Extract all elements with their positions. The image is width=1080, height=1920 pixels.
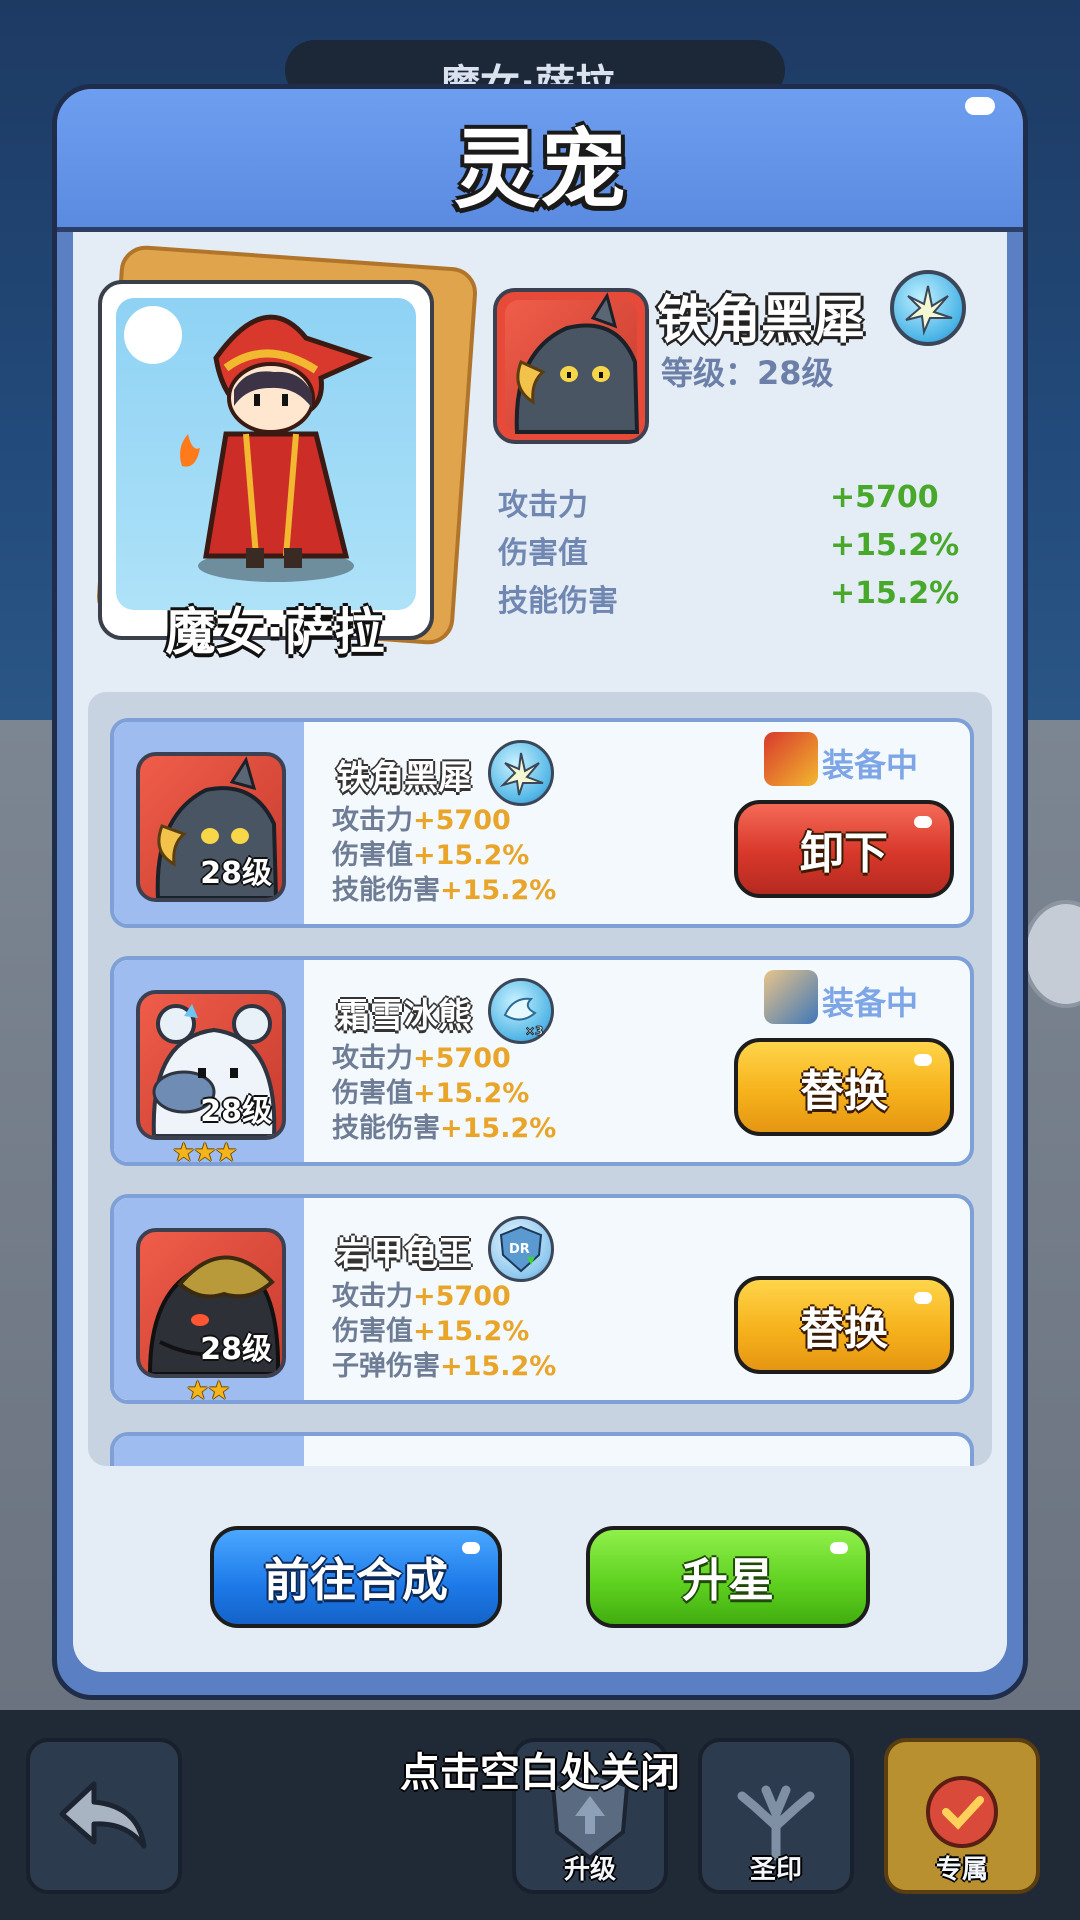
pet-stat-3: 技能伤害+15.2% bbox=[332, 868, 556, 907]
selected-stat-label-1: 攻击力 bbox=[498, 488, 588, 523]
go-synthesize-button[interactable]: 前往合成 bbox=[210, 1526, 502, 1628]
pet-row-partial[interactable] bbox=[110, 1432, 974, 1466]
pet-stat-value: +15.2% bbox=[413, 840, 530, 871]
damage-reduction-text: DR bbox=[509, 1242, 530, 1257]
selected-stat-value-2: +15.2% bbox=[830, 528, 960, 563]
pet-row-bear[interactable]: 28级 ★★★ 霜雪冰熊 ×3 攻击力+5700 伤害值+15.2% 技能伤害+… bbox=[110, 956, 974, 1166]
pet-stat-label: 子弹伤害 bbox=[332, 1351, 440, 1382]
skill-burst-icon bbox=[488, 740, 554, 806]
pet-name: 霜雪冰熊 bbox=[336, 996, 472, 1036]
ice-skill-icon: ×3 bbox=[488, 978, 554, 1044]
pet-stat-label: 伤害值 bbox=[332, 1316, 413, 1347]
button-shine bbox=[830, 1542, 848, 1554]
pet-stat-value: +15.2% bbox=[413, 1078, 530, 1109]
rhino-portrait-icon bbox=[514, 292, 640, 434]
pet-level-badge: 28级 bbox=[200, 1332, 272, 1367]
pet-stat-label: 攻击力 bbox=[332, 1043, 413, 1074]
pet-stat-1: 攻击力+5700 bbox=[332, 1036, 511, 1075]
go-synthesize-label: 前往合成 bbox=[264, 1553, 448, 1607]
replace-button-label: 替换 bbox=[800, 1304, 888, 1355]
dialog-header: 灵宠 bbox=[57, 89, 1023, 232]
hero-portrait bbox=[116, 298, 416, 610]
pet-row-left-strip bbox=[114, 1436, 304, 1466]
pet-stat-value: +5700 bbox=[413, 1281, 511, 1312]
damage-reduction-icon: DR bbox=[488, 1216, 554, 1282]
pet-stat-3: 子弹伤害+15.2% bbox=[332, 1344, 556, 1383]
button-shine bbox=[914, 1054, 932, 1066]
button-shine bbox=[462, 1542, 480, 1554]
pet-stat-label: 伤害值 bbox=[332, 840, 413, 871]
hero-name: 魔女·萨拉 bbox=[165, 603, 385, 661]
star-rating-3: ★★★ bbox=[172, 1138, 238, 1166]
dialog-title: 灵宠 bbox=[454, 120, 626, 220]
selected-pet-level: 等级：28级 bbox=[661, 354, 834, 392]
unequip-button[interactable]: 卸下 bbox=[734, 800, 954, 898]
toolbar-seal-label: 圣印 bbox=[749, 1855, 802, 1885]
pet-row-rhino[interactable]: 28级 铁角黑犀 攻击力+5700 伤害值+15.2% 技能伤害+15.2% 装… bbox=[110, 718, 974, 928]
selected-pet-avatar bbox=[493, 288, 649, 444]
unequip-button-label: 卸下 bbox=[800, 828, 888, 879]
replace-button[interactable]: 替换 bbox=[734, 1038, 954, 1136]
replace-button[interactable]: 替换 bbox=[734, 1276, 954, 1374]
pet-name: 岩甲龟王 bbox=[336, 1234, 472, 1274]
pet-stat-label: 攻击力 bbox=[332, 1281, 413, 1312]
equipped-hero-avatar bbox=[764, 732, 818, 786]
pet-row-turtle[interactable]: 28级 ★★ 岩甲龟王 DR 攻击力+5700 伤害值+15.2% 子弹伤害+1… bbox=[110, 1194, 974, 1404]
pet-stat-1: 攻击力+5700 bbox=[332, 1274, 511, 1313]
button-shine bbox=[914, 1292, 932, 1304]
pet-stat-value: +15.2% bbox=[440, 875, 557, 906]
hero-card[interactable] bbox=[98, 280, 434, 640]
equipped-hero-avatar bbox=[764, 970, 818, 1024]
toolbar-upgrade-label: 升级 bbox=[563, 1855, 616, 1885]
skill-burst-icon bbox=[890, 270, 966, 346]
star-up-label: 升星 bbox=[682, 1553, 774, 1607]
pet-thumb-rhino: 28级 bbox=[136, 752, 286, 902]
pet-stat-label: 攻击力 bbox=[332, 805, 413, 836]
pet-stat-label: 技能伤害 bbox=[332, 1113, 440, 1144]
pet-level-badge: 28级 bbox=[200, 856, 272, 891]
pet-stat-value: +15.2% bbox=[440, 1351, 557, 1382]
selected-pet-name: 铁角黑犀 bbox=[657, 291, 866, 351]
pet-stat-1: 攻击力+5700 bbox=[332, 798, 511, 837]
pet-stat-label: 伤害值 bbox=[332, 1078, 413, 1109]
pet-name: 铁角黑犀 bbox=[336, 758, 472, 798]
selected-stat-label-3: 技能伤害 bbox=[498, 584, 618, 619]
star-up-button[interactable]: 升星 bbox=[586, 1526, 870, 1628]
selected-stat-label-2: 伤害值 bbox=[498, 536, 588, 571]
pet-stat-value: +15.2% bbox=[440, 1113, 557, 1144]
button-shine bbox=[914, 816, 932, 828]
pet-stat-2: 伤害值+15.2% bbox=[332, 1071, 529, 1110]
witch-portrait-icon bbox=[180, 314, 373, 582]
ice-skill-multiplier: ×3 bbox=[525, 1024, 543, 1038]
pet-stat-value: +5700 bbox=[413, 1043, 511, 1074]
pet-stat-value: +15.2% bbox=[413, 1316, 530, 1347]
header-highlight bbox=[965, 97, 995, 115]
pet-stat-label: 技能伤害 bbox=[332, 875, 440, 906]
close-hint[interactable]: 点击空白处关闭 bbox=[0, 1740, 1080, 1798]
pet-stat-2: 伤害值+15.2% bbox=[332, 833, 529, 872]
pet-stat-value: +5700 bbox=[413, 805, 511, 836]
toolbar-exclusive-label: 专属 bbox=[935, 1855, 988, 1885]
pet-thumb-turtle: 28级 bbox=[136, 1228, 286, 1378]
star-rating-2: ★★ bbox=[186, 1376, 231, 1404]
pet-stat-2: 伤害值+15.2% bbox=[332, 1309, 529, 1348]
selected-stat-value-3: +15.2% bbox=[830, 576, 960, 611]
replace-button-label: 替换 bbox=[800, 1066, 888, 1117]
selected-stat-value-1: +5700 bbox=[830, 480, 939, 515]
pet-list[interactable]: 28级 铁角黑犀 攻击力+5700 伤害值+15.2% 技能伤害+15.2% 装… bbox=[88, 692, 992, 1466]
pet-thumb-bear: 28级 bbox=[136, 990, 286, 1140]
pet-stat-3: 技能伤害+15.2% bbox=[332, 1106, 556, 1145]
equip-status: 装备中 bbox=[822, 984, 919, 1022]
equip-status: 装备中 bbox=[822, 746, 919, 784]
pet-level-badge: 28级 bbox=[200, 1094, 272, 1129]
